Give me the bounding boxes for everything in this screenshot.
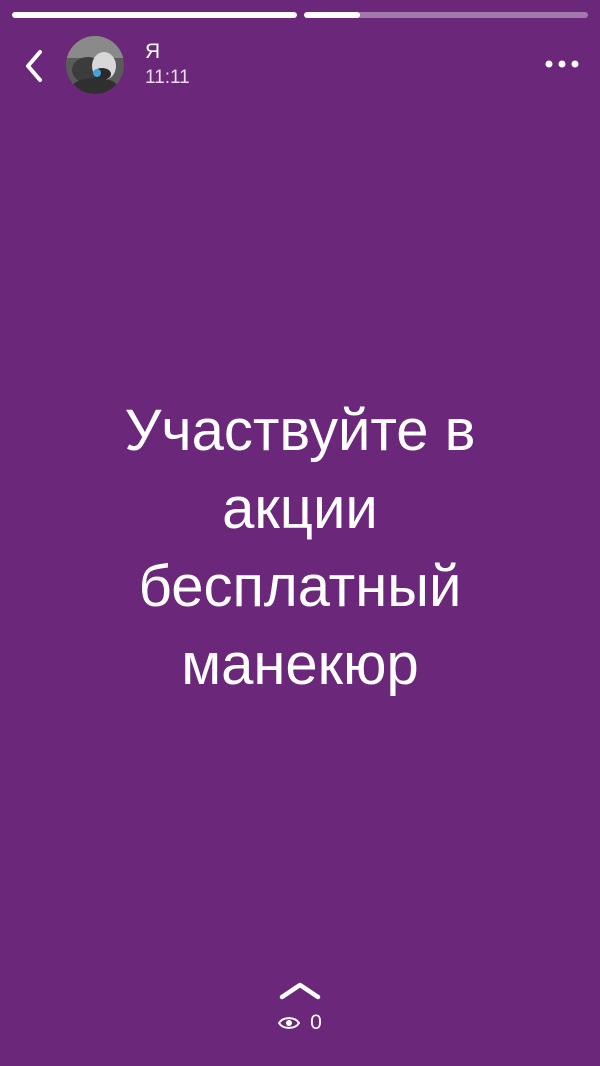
swipe-up-button[interactable] <box>275 978 325 1002</box>
chevron-up-icon <box>279 982 321 1000</box>
views-count: 0 <box>310 1011 322 1034</box>
story-text: Участвуйте в акции бесплатный манекюр <box>124 398 476 697</box>
more-dots-icon <box>545 60 579 68</box>
progress-fill-2 <box>303 12 361 18</box>
progress-segment-1 <box>12 12 297 18</box>
views-counter[interactable]: 0 <box>0 1011 600 1035</box>
eye-icon <box>278 1017 301 1029</box>
more-button[interactable] <box>542 50 582 78</box>
story-progress <box>12 12 588 18</box>
story-header: Я 11:11 <box>0 36 600 96</box>
avatar[interactable] <box>66 36 124 94</box>
post-time: 11:11 <box>145 67 190 88</box>
progress-fill-1 <box>12 12 297 18</box>
chevron-left-icon <box>26 50 42 82</box>
user-name[interactable]: Я <box>145 40 160 64</box>
avatar-image <box>66 36 124 94</box>
back-button[interactable] <box>16 46 52 86</box>
progress-segment-2 <box>303 12 588 18</box>
